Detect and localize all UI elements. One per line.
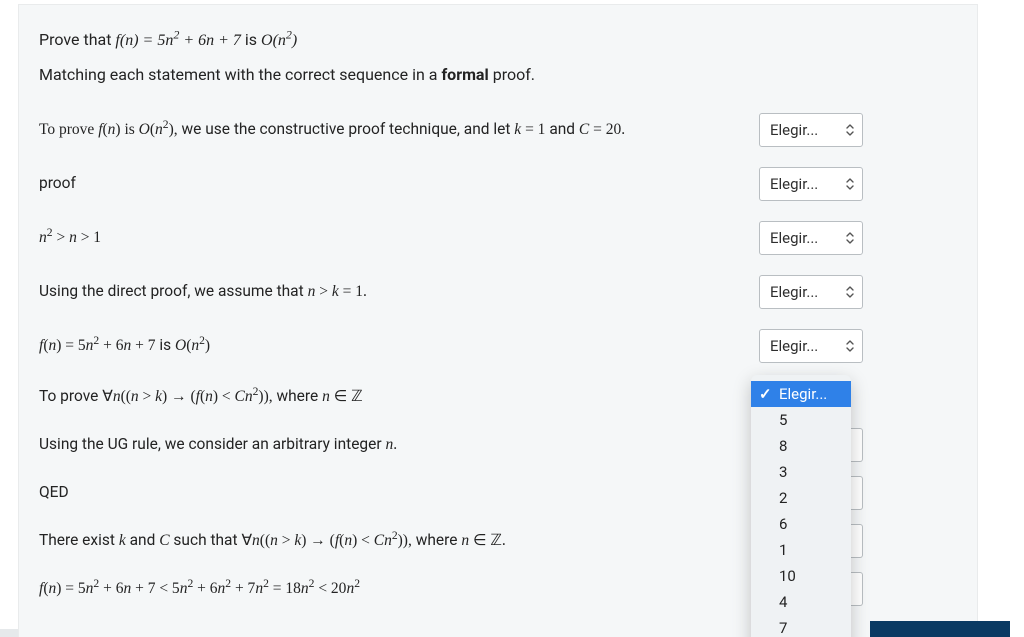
- fn-lhs: f(n) = 5n2 + 6n + 7: [115, 32, 241, 49]
- select-label: Elegir...: [770, 121, 818, 139]
- statement-text: n2 > n > 1: [39, 228, 759, 248]
- updown-icon: [846, 178, 854, 190]
- updown-icon: [846, 286, 854, 298]
- statement-row: proof Elegir...: [39, 167, 957, 201]
- footer-blue-strip: [870, 621, 1010, 637]
- updown-icon: [846, 340, 854, 352]
- is-word: is: [245, 30, 261, 49]
- dropdown-option[interactable]: 3: [751, 459, 851, 485]
- open-dropdown[interactable]: Elegir...58326110479: [751, 375, 851, 637]
- statement-row: Using the direct proof, we assume that n…: [39, 275, 957, 309]
- dropdown-option[interactable]: 10: [751, 563, 851, 589]
- dropdown-option[interactable]: 4: [751, 589, 851, 615]
- updown-icon: [846, 124, 854, 136]
- order-select[interactable]: Elegir...: [759, 221, 863, 255]
- dropdown-option[interactable]: 7: [751, 615, 851, 637]
- select-holder: Elegir...: [759, 167, 863, 201]
- order-select[interactable]: Elegir...: [759, 275, 863, 309]
- statement-text: QED: [39, 482, 759, 503]
- select-label: Elegir...: [770, 337, 818, 355]
- select-edge[interactable]: [851, 572, 863, 606]
- dropdown-option[interactable]: 5: [751, 407, 851, 433]
- updown-icon: [846, 232, 854, 244]
- statement-text: There exist k and C such that ∀n((n > k)…: [39, 530, 759, 551]
- dropdown-option[interactable]: 2: [751, 485, 851, 511]
- footer-grey: [0, 629, 18, 637]
- select-holder: Elegir...: [759, 113, 863, 147]
- select-edge[interactable]: [851, 524, 863, 558]
- statement-text: f(n) = 5n2 + 6n + 7 is O(n2): [39, 335, 759, 356]
- select-holder: Elegir...: [759, 329, 863, 363]
- select-edge[interactable]: [851, 476, 863, 510]
- statement-text: f(n) = 5n2 + 6n + 7 < 5n2 + 6n2 + 7n2 = …: [39, 579, 759, 599]
- statement-row: To prove f(n) is O(n2), we use the const…: [39, 113, 957, 147]
- order-select[interactable]: Elegir...: [759, 329, 863, 363]
- statement-row: n2 > n > 1 Elegir...: [39, 221, 957, 255]
- dropdown-option[interactable]: 6: [751, 511, 851, 537]
- match-a: Matching each statement with the correct…: [39, 65, 441, 84]
- match-instruction: Matching each statement with the correct…: [39, 64, 957, 86]
- page-root: Prove that f(n) = 5n2 + 6n + 7 is O(n2) …: [0, 0, 1024, 637]
- statement-text: Using the UG rule, we consider an arbitr…: [39, 434, 759, 455]
- question-header: Prove that f(n) = 5n2 + 6n + 7 is O(n2) …: [39, 29, 957, 87]
- order-select[interactable]: Elegir...: [759, 113, 863, 147]
- order-select[interactable]: Elegir...: [759, 167, 863, 201]
- select-label: Elegir...: [770, 229, 818, 247]
- prove-prefix: Prove that: [39, 30, 115, 49]
- big-o: O(n2): [261, 32, 297, 49]
- statement-text: Using the direct proof, we assume that n…: [39, 281, 759, 302]
- statement-text: To prove ∀n((n > k) → (f(n) < Cn2)), whe…: [39, 386, 759, 407]
- match-bold: formal: [441, 65, 488, 84]
- dropdown-option[interactable]: 8: [751, 433, 851, 459]
- statement-row: f(n) = 5n2 + 6n + 7 is O(n2) Elegir...: [39, 329, 957, 363]
- statement-text: To prove f(n) is O(n2), we use the const…: [39, 119, 759, 140]
- prove-prompt: Prove that f(n) = 5n2 + 6n + 7 is O(n2): [39, 29, 957, 52]
- select-edge[interactable]: [851, 428, 863, 462]
- select-label: Elegir...: [770, 283, 818, 301]
- dropdown-option-placeholder[interactable]: Elegir...: [751, 381, 851, 407]
- dropdown-option[interactable]: 1: [751, 537, 851, 563]
- select-holder: Elegir...: [759, 221, 863, 255]
- select-holder: Elegir...: [759, 275, 863, 309]
- select-label: Elegir...: [770, 175, 818, 193]
- statement-text: proof: [39, 173, 759, 194]
- match-b: proof.: [489, 65, 535, 84]
